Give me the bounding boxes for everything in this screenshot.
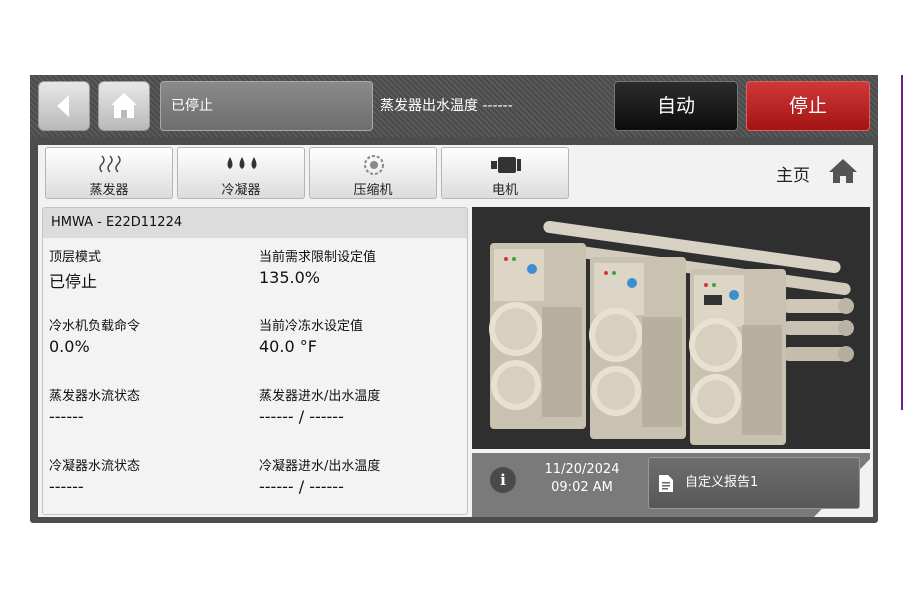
- field-chilled-water-setpoint: 当前冷冻水设定值 40.0 °F: [259, 315, 363, 356]
- field-value: 已停止: [49, 272, 98, 291]
- back-button[interactable]: [38, 81, 90, 131]
- motor-icon: [491, 157, 521, 173]
- current-date: 11/20/2024: [544, 462, 620, 477]
- field-value: ------: [49, 407, 84, 426]
- tab-motor-label: 电机: [491, 183, 518, 198]
- evaporator-icon: [99, 155, 121, 173]
- evap-leaving-temp: 蒸发器出水温度 ------: [380, 98, 513, 114]
- field-label: 顶层模式: [49, 250, 102, 265]
- field-value: ------: [49, 477, 84, 496]
- field-cond-flow-status: 冷凝器水流状态 ------: [49, 455, 140, 496]
- accent-line: [901, 75, 903, 410]
- home-icon[interactable]: [828, 157, 858, 185]
- tab-evaporator[interactable]: 蒸发器: [45, 147, 173, 199]
- status-footer: i 11/20/2024 09:02 AM 自定义报告1: [472, 453, 870, 517]
- field-label: 冷水机负载命令: [49, 319, 141, 334]
- field-value: 135.0%: [259, 268, 321, 287]
- tab-condenser-label: 冷凝器: [221, 183, 261, 198]
- field-value: 40.0 °F: [259, 337, 317, 356]
- field-load-command: 冷水机负载命令 0.0%: [49, 315, 140, 356]
- field-evap-flow-status: 蒸发器水流状态 ------: [49, 385, 140, 426]
- info-icon[interactable]: i: [490, 467, 516, 493]
- top-bar: 已停止 蒸发器出水温度 ------ 自动 停止: [30, 75, 878, 137]
- field-label: 当前需求限制设定值: [259, 250, 377, 265]
- field-value: 0.0%: [49, 337, 90, 356]
- field-label: 蒸发器水流状态: [49, 389, 141, 404]
- back-arrow-icon: [57, 95, 69, 117]
- home-link-label[interactable]: 主页: [776, 161, 810, 186]
- tab-compressor[interactable]: 压缩机: [309, 147, 437, 199]
- home-button[interactable]: [98, 81, 150, 131]
- field-label: 当前冷冻水设定值: [259, 319, 364, 334]
- tab-evaporator-label: 蒸发器: [89, 183, 129, 198]
- custom-report-label: 自定义报告1: [685, 475, 759, 490]
- tab-compressor-label: 压缩机: [353, 183, 393, 198]
- field-value: ------ / ------: [259, 477, 344, 496]
- document-icon: [659, 475, 673, 492]
- datetime: 11/20/2024 09:02 AM: [526, 461, 638, 497]
- compressor-icon: [364, 155, 384, 175]
- field-cond-temps: 冷凝器进水/出水温度 ------ / ------: [259, 455, 380, 496]
- field-label: 冷凝器水流状态: [49, 459, 141, 474]
- field-top-level-mode: 顶层模式 已停止: [49, 246, 101, 292]
- field-label: 冷凝器进水/出水温度: [259, 459, 381, 474]
- field-value: ------ / ------: [259, 407, 344, 426]
- tab-motor[interactable]: 电机: [441, 147, 569, 199]
- field-label: 蒸发器进水/出水温度: [259, 389, 381, 404]
- hmi-frame: 已停止 蒸发器出水温度 ------ 自动 停止 蒸发器 冷凝器 压缩机 电机 …: [30, 75, 878, 523]
- unit-info-panel: HMWA - E22D11224 顶层模式 已停止 当前需求限制设定值 135.…: [42, 207, 468, 515]
- content-area: 蒸发器 冷凝器 压缩机 电机 主页 HMWA - E22D11224 顶层模式 …: [38, 145, 873, 517]
- custom-report-button[interactable]: 自定义报告1: [648, 457, 860, 509]
- chiller-image-panel: [472, 207, 870, 449]
- condenser-icon: [227, 157, 257, 169]
- unit-model: HMWA - E22D11224: [43, 208, 467, 238]
- field-demand-limit: 当前需求限制设定值 135.0%: [259, 246, 376, 287]
- home-icon: [111, 93, 137, 118]
- stop-button[interactable]: 停止: [746, 81, 870, 131]
- tab-condenser[interactable]: 冷凝器: [177, 147, 305, 199]
- current-time: 09:02 AM: [551, 480, 613, 495]
- chiller-illustration: [489, 220, 854, 445]
- field-evap-temps: 蒸发器进水/出水温度 ------ / ------: [259, 385, 380, 426]
- auto-button[interactable]: 自动: [614, 81, 738, 131]
- status-display: 已停止: [160, 81, 373, 131]
